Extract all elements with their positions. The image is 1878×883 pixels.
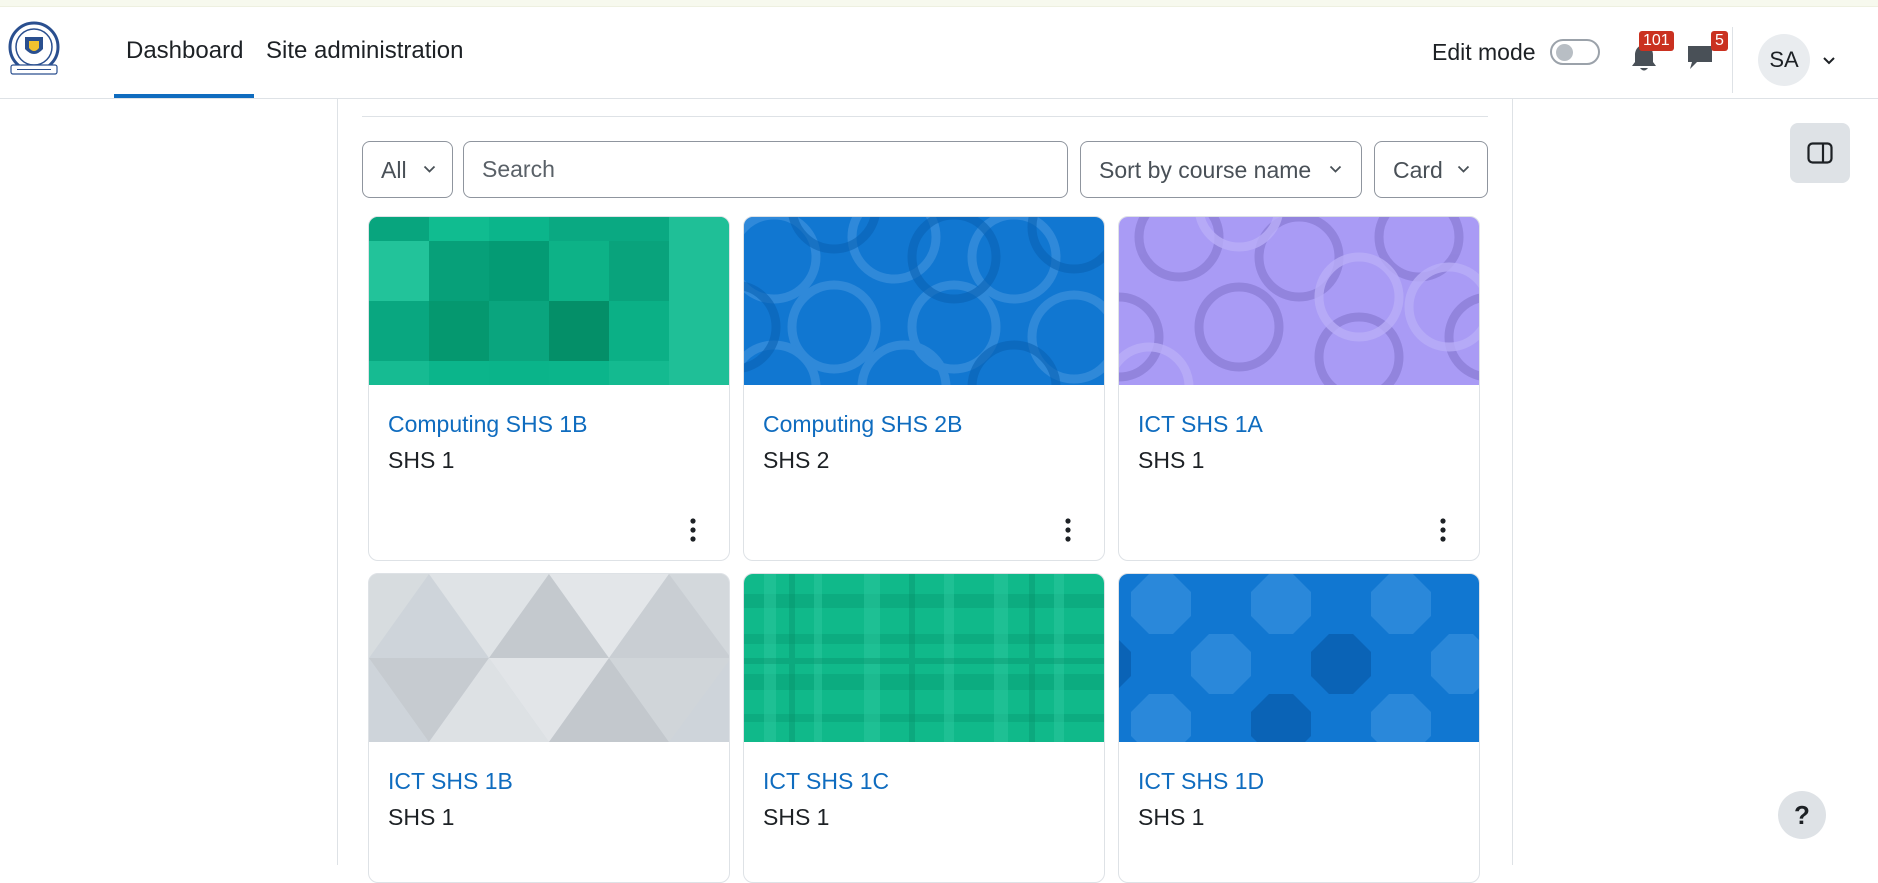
course-image[interactable] — [744, 574, 1104, 742]
course-card[interactable]: ICT SHS 1D SHS 1 — [1118, 573, 1480, 883]
user-menu-chevron-icon[interactable] — [1822, 53, 1836, 65]
course-name-link[interactable]: Computing SHS 1B — [388, 411, 587, 438]
user-avatar[interactable]: SA — [1758, 34, 1810, 86]
course-card[interactable]: ICT SHS 1A SHS 1 — [1118, 216, 1480, 561]
top-border-strip — [0, 0, 1878, 7]
course-card[interactable]: ICT SHS 1C SHS 1 — [743, 573, 1105, 883]
course-image[interactable] — [369, 217, 729, 385]
nav-site-administration[interactable]: Site administration — [266, 37, 463, 65]
edit-mode-toggle[interactable] — [1550, 39, 1600, 65]
course-name-link[interactable]: ICT SHS 1A — [1138, 411, 1263, 438]
nav-active-indicator — [114, 94, 254, 98]
help-button[interactable]: ? — [1778, 791, 1826, 839]
course-search-input[interactable] — [465, 143, 1065, 196]
course-category: SHS 1 — [1138, 447, 1205, 473]
course-category: SHS 2 — [763, 447, 830, 473]
chevron-down-icon — [1457, 165, 1470, 173]
course-card[interactable]: Computing SHS 2B SHS 2 — [743, 216, 1105, 561]
toggle-knob — [1556, 44, 1573, 61]
course-name-link[interactable]: ICT SHS 1B — [388, 768, 513, 795]
kebab-menu-icon[interactable] — [687, 517, 699, 543]
section-divider — [362, 116, 1488, 117]
course-card[interactable]: ICT SHS 1B SHS 1 — [368, 573, 730, 883]
course-category: SHS 1 — [763, 804, 830, 830]
kebab-menu-icon[interactable] — [1062, 517, 1074, 543]
course-image[interactable] — [1119, 574, 1479, 742]
grouping-filter-label: All — [381, 157, 407, 183]
course-category: SHS 1 — [388, 804, 455, 830]
kebab-menu-icon[interactable] — [1437, 517, 1449, 543]
view-mode-dropdown[interactable]: Card — [1374, 141, 1488, 198]
top-navbar: Dashboard Site administration Edit mode … — [0, 7, 1878, 99]
course-card[interactable]: Computing SHS 1B SHS 1 — [368, 216, 730, 561]
grouping-filter-dropdown[interactable]: All — [362, 141, 453, 198]
open-block-drawer-button[interactable] — [1790, 123, 1850, 183]
course-image[interactable] — [1119, 217, 1479, 385]
course-name-link[interactable]: ICT SHS 1C — [763, 768, 889, 795]
sidebar-toggle-icon — [1807, 142, 1833, 164]
sort-dropdown-label: Sort by course name — [1099, 157, 1312, 183]
course-image[interactable] — [369, 574, 729, 742]
messages-count-badge: 5 — [1711, 31, 1728, 51]
course-category: SHS 1 — [1138, 804, 1205, 830]
sort-dropdown[interactable]: Sort by course name — [1080, 141, 1362, 198]
navbar-divider — [1732, 27, 1733, 93]
school-logo-icon[interactable] — [5, 21, 63, 79]
course-name-link[interactable]: Computing SHS 2B — [763, 411, 962, 438]
chevron-down-icon — [423, 165, 436, 173]
chevron-down-icon — [1329, 165, 1342, 173]
messages-chat-icon[interactable] — [1686, 43, 1714, 71]
course-name-link[interactable]: ICT SHS 1D — [1138, 768, 1264, 795]
search-field-wrapper — [463, 141, 1068, 198]
course-category: SHS 1 — [388, 447, 455, 473]
view-mode-label: Card — [1393, 157, 1443, 183]
notifications-count-badge: 101 — [1639, 31, 1674, 51]
edit-mode-label: Edit mode — [1432, 39, 1536, 65]
course-image[interactable] — [744, 217, 1104, 385]
nav-dashboard[interactable]: Dashboard — [126, 37, 243, 65]
